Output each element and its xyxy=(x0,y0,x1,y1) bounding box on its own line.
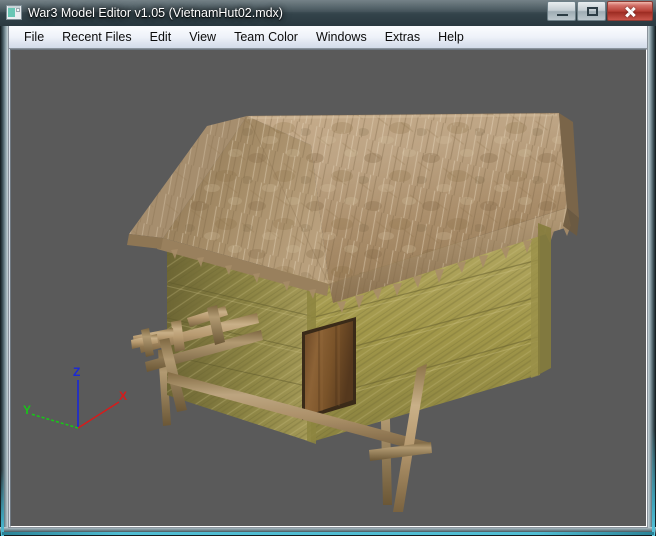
menu-item-windows[interactable]: Windows xyxy=(307,26,376,48)
close-button[interactable] xyxy=(607,1,653,21)
minimize-button[interactable] xyxy=(547,1,576,21)
model-viewport-3d[interactable]: Z X Y xyxy=(10,49,647,527)
window-title: War3 Model Editor v1.05 (VietnamHut02.md… xyxy=(28,6,283,20)
window-accent-bottom xyxy=(2,532,654,535)
window-border-left xyxy=(0,0,8,536)
minimize-icon xyxy=(557,14,568,16)
menu-item-view[interactable]: View xyxy=(180,26,225,48)
close-icon xyxy=(608,2,652,20)
title-bar[interactable]: War3 Model Editor v1.05 (VietnamHut02.md… xyxy=(0,0,656,26)
model-render-canvas: Z X Y xyxy=(11,50,646,526)
menu-item-edit[interactable]: Edit xyxy=(141,26,181,48)
maximize-icon xyxy=(587,7,598,16)
window-controls xyxy=(546,1,653,22)
hut-door xyxy=(302,317,356,420)
axis-y-label: Y xyxy=(23,403,31,417)
application-window: War3 Model Editor v1.05 (VietnamHut02.md… xyxy=(0,0,656,536)
menu-item-recent-files[interactable]: Recent Files xyxy=(53,26,140,48)
menu-item-extras[interactable]: Extras xyxy=(376,26,429,48)
window-accent-left xyxy=(1,470,4,536)
app-window-icon xyxy=(6,5,22,20)
menu-bar: File Recent Files Edit View Team Color W… xyxy=(8,26,648,48)
menu-item-help[interactable]: Help xyxy=(429,26,473,48)
client-area: Z X Y xyxy=(8,48,648,528)
axis-x-label: X xyxy=(119,389,127,403)
menu-item-file[interactable]: File xyxy=(15,26,53,48)
maximize-button[interactable] xyxy=(577,1,606,21)
axis-z-label: Z xyxy=(73,365,80,379)
menu-item-team-color[interactable]: Team Color xyxy=(225,26,307,48)
window-accent-right xyxy=(652,430,655,536)
